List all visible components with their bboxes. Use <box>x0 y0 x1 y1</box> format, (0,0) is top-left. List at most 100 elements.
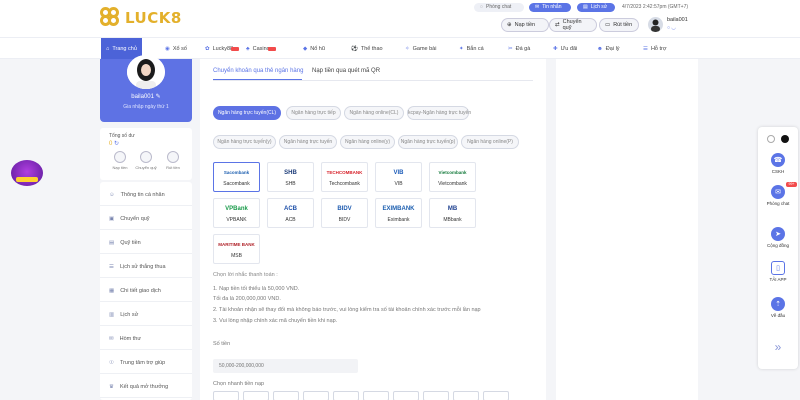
download-app-button[interactable]: ▯ TẢI APP <box>758 261 798 282</box>
nav-item-2[interactable]: ✿ Lucky88 <box>205 38 240 59</box>
nav-item-9[interactable]: ✚ Ưu đãi <box>553 38 577 59</box>
bank-logo: ACB <box>284 205 297 212</box>
deposit-button[interactable]: ⊕ Nạp tiền <box>501 18 549 32</box>
menu-item-0[interactable]: ☺ Thông tin cá nhân <box>100 184 192 206</box>
bank-option[interactable]: VIB VIB <box>375 162 422 192</box>
quick-amount-option[interactable] <box>393 391 419 400</box>
history-link[interactable]: ▤ Lịch sử <box>577 3 615 12</box>
lottery-icon: ◉ <box>165 45 170 52</box>
payment-method-chip[interactable]: Ngân hàng trực tuyến(y) <box>213 135 276 149</box>
bank-option[interactable]: SHB SHB <box>267 162 314 192</box>
balance-transfer-button[interactable]: Chuyển quỹ <box>135 151 157 170</box>
payment-method-chip[interactable]: Ngân hàng trực tuyến(p) <box>398 135 458 149</box>
quick-amount-option[interactable] <box>423 391 449 400</box>
bank-option[interactable]: MB MBbank <box>429 198 476 228</box>
quick-amount-option[interactable] <box>363 391 389 400</box>
support-icon: ☰ <box>643 45 648 52</box>
bank-option[interactable]: Sacombank Sacombank <box>213 162 260 192</box>
bank-logo: VPBank <box>225 205 248 212</box>
profile-join-day: Gia nhập ngày thứ 1 <box>123 104 169 110</box>
quick-amount-label: Chọn nhanh tiền nạp <box>213 381 265 387</box>
nav-item-0[interactable]: ⌂ Trang chủ <box>101 38 142 59</box>
quick-amount-option[interactable] <box>453 391 479 400</box>
wallet-icon <box>114 151 126 163</box>
bank-option[interactable]: MARITIME BANK MSB <box>213 234 260 264</box>
balance-deposit-button[interactable]: Nạp tiền <box>109 151 131 170</box>
card-game-icon: ✧ <box>405 45 410 52</box>
edit-icon[interactable]: ✎ <box>156 94 161 100</box>
bank-option[interactable]: BIDV BIDV <box>321 198 368 228</box>
bank-option[interactable]: TECHCOMBANK Techcombank <box>321 162 368 192</box>
menu-item-4[interactable]: ▦ Chi tiết giao dịch <box>100 280 192 302</box>
tab-divider <box>213 80 533 81</box>
quick-amount-option[interactable] <box>273 391 299 400</box>
payment-method-chip[interactable]: Ngân hàng trực tuyến(CL) <box>213 106 281 120</box>
profile-avatar[interactable] <box>127 55 165 89</box>
tab-bank-transfer[interactable]: Chuyển khoản qua thẻ ngân hàng <box>213 68 303 74</box>
back-to-top-button[interactable]: ⇡ Về đầu <box>758 297 798 318</box>
nav-item-5[interactable]: ⚽ Thể thao <box>351 38 383 59</box>
quick-amount-option[interactable] <box>243 391 269 400</box>
transfer-button[interactable]: ⇄ Chuyển quỹ <box>549 18 597 32</box>
nav-item-10[interactable]: ☻ Đại lý <box>597 38 620 59</box>
nav-item-3[interactable]: ♣ Casino <box>246 38 276 59</box>
bank-option[interactable]: EXIMBANK Eximbank <box>375 198 422 228</box>
withdraw-button[interactable]: ▭ Rút tiền <box>599 18 639 32</box>
balance-value: 0 ↻ <box>109 141 120 147</box>
payment-method-chip[interactable]: Ngân hàng trực tiếp <box>286 106 341 120</box>
deposit-panel: Chuyển khoản qua thẻ ngân hàng Nạp tiền … <box>200 59 546 400</box>
quick-amount-option[interactable] <box>303 391 329 400</box>
nav-item-1[interactable]: ◉ Xổ số <box>165 38 187 59</box>
nav-item-4[interactable]: ◆ Nổ hũ <box>303 38 325 59</box>
balance-label: Tổng số dư <box>109 133 135 139</box>
brand-logo[interactable]: LUCK8 <box>100 7 182 29</box>
menu-item-2[interactable]: ▤ Quỹ tiền <box>100 232 192 254</box>
mail-icon: ✉ <box>535 4 540 10</box>
cockfight-icon: ✂ <box>508 45 513 52</box>
payment-method-chip[interactable]: Ngân hàng online(P) <box>461 135 519 149</box>
help-icon: ☉ <box>109 359 114 366</box>
payment-method-chip[interactable]: kcpay-Ngân hàng trực tuyến <box>407 106 471 120</box>
light-theme-toggle[interactable] <box>767 135 775 143</box>
community-button[interactable]: ➤ Cộng đồng <box>758 227 798 248</box>
avatar[interactable] <box>648 17 663 32</box>
support-button[interactable]: ☎ CSKH <box>758 153 798 174</box>
amount-input[interactable] <box>213 359 358 373</box>
wallet-icon: ⊕ <box>507 22 512 28</box>
chevron-down-icon: ○ ◡ <box>667 25 676 31</box>
balance-withdraw-button[interactable]: Rút tiền <box>162 151 184 170</box>
user-menu[interactable]: baila001 ○ ◡ <box>667 17 688 31</box>
payment-method-chip[interactable]: Ngân hàng trực tuyến <box>279 135 337 149</box>
nav-item-7[interactable]: ✦ Bắn cá <box>459 38 484 59</box>
bank-logo: Sacombank <box>223 170 250 175</box>
nav-item-8[interactable]: ✂ Đá gà <box>508 38 530 59</box>
bank-option[interactable]: VPBank VPBANK <box>213 198 260 228</box>
menu-item-7[interactable]: ☉ Trung tâm trợ giúp <box>100 352 192 374</box>
transfer-icon: ⇄ <box>555 22 560 28</box>
bank-option[interactable]: ACB ACB <box>267 198 314 228</box>
payment-method-chip[interactable]: Ngân hàng online(CL) <box>344 106 404 120</box>
quick-amount-option[interactable] <box>483 391 509 400</box>
refresh-icon[interactable]: ↻ <box>114 141 119 147</box>
chat-room-link[interactable]: ◌ Phòng chat <box>474 3 524 12</box>
double-chevron-right-icon[interactable]: » <box>766 335 790 359</box>
menu-item-6[interactable]: ✉ Hòm thư <box>100 328 192 350</box>
nav-item-6[interactable]: ✧ Game bài <box>405 38 436 59</box>
bank-option[interactable]: Vietcombank Vietcombank <box>429 162 476 192</box>
payment-method-chip[interactable]: Ngân hàng online(y) <box>340 135 395 149</box>
menu-item-5[interactable]: ▥ Lịch sử <box>100 304 192 326</box>
nav-item-11[interactable]: ☰ Hỗ trợ <box>643 38 666 59</box>
bank-name: MBbank <box>443 217 462 223</box>
bank-logo: MB <box>447 205 458 212</box>
chat-room-button[interactable]: 99+ ✉ Phòng chat <box>758 182 798 206</box>
menu-item-1[interactable]: ▣ Chuyển quỹ <box>100 208 192 230</box>
tab-qr-deposit[interactable]: Nạp tiền qua quét mã QR <box>312 68 380 74</box>
dark-theme-toggle[interactable] <box>781 135 789 143</box>
quick-amount-option[interactable] <box>333 391 359 400</box>
menu-item-3[interactable]: ☰ Lịch sử thắng thua <box>100 256 192 278</box>
menu-item-8[interactable]: ♛ Kết quả mở thưởng <box>100 376 192 398</box>
messages-link[interactable]: ✉ Tin nhắn <box>529 3 571 12</box>
game-promo-icon[interactable] <box>11 160 43 186</box>
quick-amount-option[interactable] <box>213 391 239 400</box>
bank-name: Techcombank <box>329 181 360 187</box>
